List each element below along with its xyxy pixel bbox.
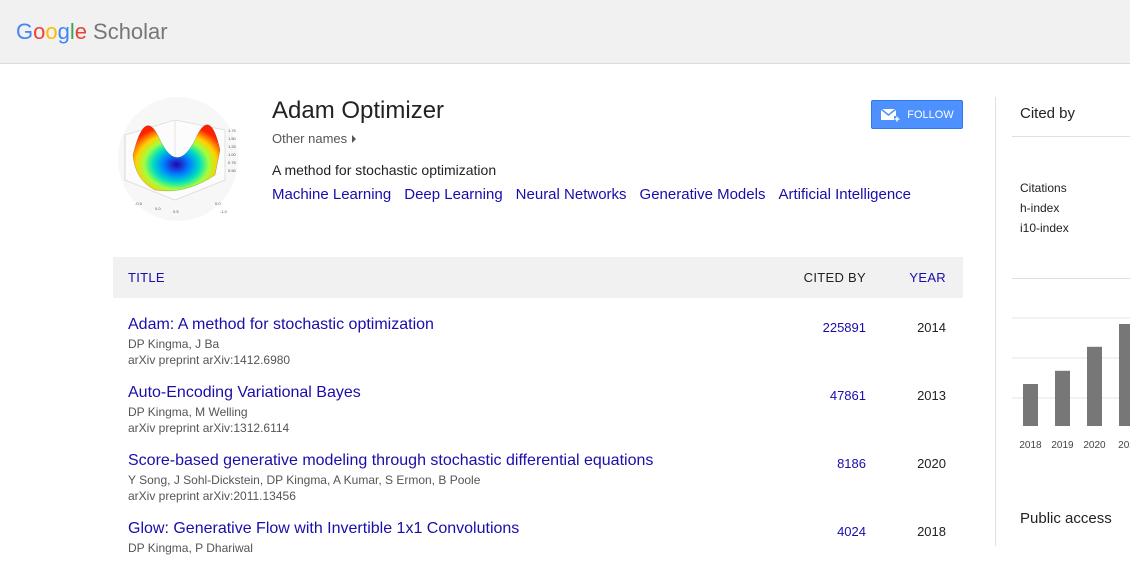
divider <box>1012 278 1130 279</box>
top-bar: Google Scholar <box>0 0 1130 64</box>
logo-letter: g <box>57 19 70 44</box>
article-authors: DP Kingma, P Dhariwal <box>128 541 253 555</box>
other-names-toggle[interactable]: Other names <box>272 131 357 146</box>
articles-table-header: TITLE CITED BY YEAR <box>113 257 963 298</box>
article-title-link[interactable]: Auto-Encoding Variational Bayes <box>128 384 361 402</box>
svg-text:-1.0: -1.0 <box>220 209 228 214</box>
citations-bar-chart: 2018 2019 2020 202 <box>1012 317 1130 451</box>
article-venue: arXiv preprint arXiv:1312.6114 <box>128 421 290 435</box>
article-year: 2014 <box>917 320 946 335</box>
logo-letter: o <box>45 19 58 44</box>
interest-link[interactable]: Deep Learning <box>404 186 502 203</box>
chart-tick-label: 202 <box>1118 440 1130 451</box>
article-authors: DP Kingma, M Welling <box>128 405 248 419</box>
svg-text:0.0: 0.0 <box>215 201 221 206</box>
sort-by-title[interactable]: TITLE <box>128 270 165 285</box>
interest-link[interactable]: Machine Learning <box>272 186 391 203</box>
logo-letter: G <box>16 19 34 44</box>
article-authors: DP Kingma, J Ba <box>128 337 220 351</box>
cited-by-link[interactable]: 47861 <box>830 388 866 403</box>
follow-button[interactable]: FOLLOW <box>871 100 963 129</box>
cited-by-link[interactable]: 8186 <box>837 456 866 471</box>
cited-by-heading: Cited by <box>1020 105 1076 122</box>
chart-tick-label: 2019 <box>1051 440 1074 451</box>
interest-link[interactable]: Artificial Intelligence <box>778 186 911 203</box>
chart-tick-label: 2020 <box>1083 440 1106 451</box>
sort-by-cited[interactable]: CITED BY <box>804 270 866 285</box>
cited-by-link[interactable]: 4024 <box>837 524 866 539</box>
other-names-label: Other names <box>272 131 348 146</box>
article-year: 2013 <box>917 388 946 403</box>
public-access-heading: Public access <box>1020 510 1112 527</box>
article-title-link[interactable]: Score-based generative modeling through … <box>128 452 653 470</box>
interest-link[interactable]: Neural Networks <box>516 186 627 203</box>
chart-bar[interactable] <box>1119 324 1130 426</box>
svg-text:-0.5: -0.5 <box>135 201 143 206</box>
logo-suffix: Scholar <box>93 19 168 44</box>
table-row: Score-based generative modeling through … <box>113 452 963 516</box>
logo-letter: o <box>33 19 46 44</box>
article-venue: arXiv preprint arXiv:2011.13456 <box>128 489 296 503</box>
follow-label: FOLLOW <box>907 108 954 121</box>
table-row: Adam: A method for stochastic optimizati… <box>113 316 963 380</box>
logo-letter: e <box>74 19 88 44</box>
article-year: 2020 <box>917 456 946 471</box>
article-venue: arXiv preprint arXiv:1412.6980 <box>128 353 291 367</box>
article-title-link[interactable]: Adam: A method for stochastic optimizati… <box>128 316 434 334</box>
caret-right-icon <box>352 135 357 143</box>
cited-by-link[interactable]: 225891 <box>823 320 866 335</box>
table-row: Auto-Encoding Variational Bayes DP Kingm… <box>113 384 963 448</box>
svg-text:1.25: 1.25 <box>228 144 237 149</box>
svg-text:1.00: 1.00 <box>228 152 237 157</box>
chart-bar[interactable] <box>1023 384 1038 426</box>
metric-label-citations: Citations <box>1020 181 1067 195</box>
interests-list: Machine Learning Deep Learning Neural Netw… <box>272 186 924 203</box>
svg-text:0.0: 0.0 <box>155 206 161 211</box>
chart-bar[interactable] <box>1087 346 1102 426</box>
metric-label-i10-index: i10-index <box>1020 221 1069 235</box>
svg-text:0.50: 0.50 <box>228 168 237 173</box>
mail-plus-icon <box>880 107 901 122</box>
chart-bar[interactable] <box>1055 370 1070 426</box>
profile-affiliation: A method for stochastic optimization <box>272 162 497 178</box>
article-year: 2018 <box>917 524 946 539</box>
sort-by-year[interactable]: YEAR <box>909 270 946 285</box>
article-authors: Y Song, J Sohl-Dickstein, DP Kingma, A K… <box>128 473 481 487</box>
sidebar-divider <box>995 97 996 546</box>
interest-link[interactable]: Generative Models <box>640 186 766 203</box>
divider <box>1012 136 1130 137</box>
chart-tick-label: 2018 <box>1019 440 1042 451</box>
svg-text:1.50: 1.50 <box>228 136 237 141</box>
table-row: Glow: Generative Flow with Invertible 1x… <box>113 520 963 584</box>
profile-avatar: 1.75 1.50 1.25 1.00 0.75 0.50 -0.5 0.0 0.5 0.0 -1… <box>115 95 240 223</box>
metric-label-h-index: h-index <box>1020 201 1060 215</box>
article-title-link[interactable]: Glow: Generative Flow with Invertible 1x… <box>128 520 519 538</box>
svg-text:0.75: 0.75 <box>228 160 237 165</box>
svg-text:1.75: 1.75 <box>228 128 237 133</box>
google-scholar-logo[interactable]: Google Scholar <box>16 18 168 46</box>
svg-text:0.5: 0.5 <box>173 209 179 214</box>
profile-name: Adam Optimizer <box>272 97 445 124</box>
